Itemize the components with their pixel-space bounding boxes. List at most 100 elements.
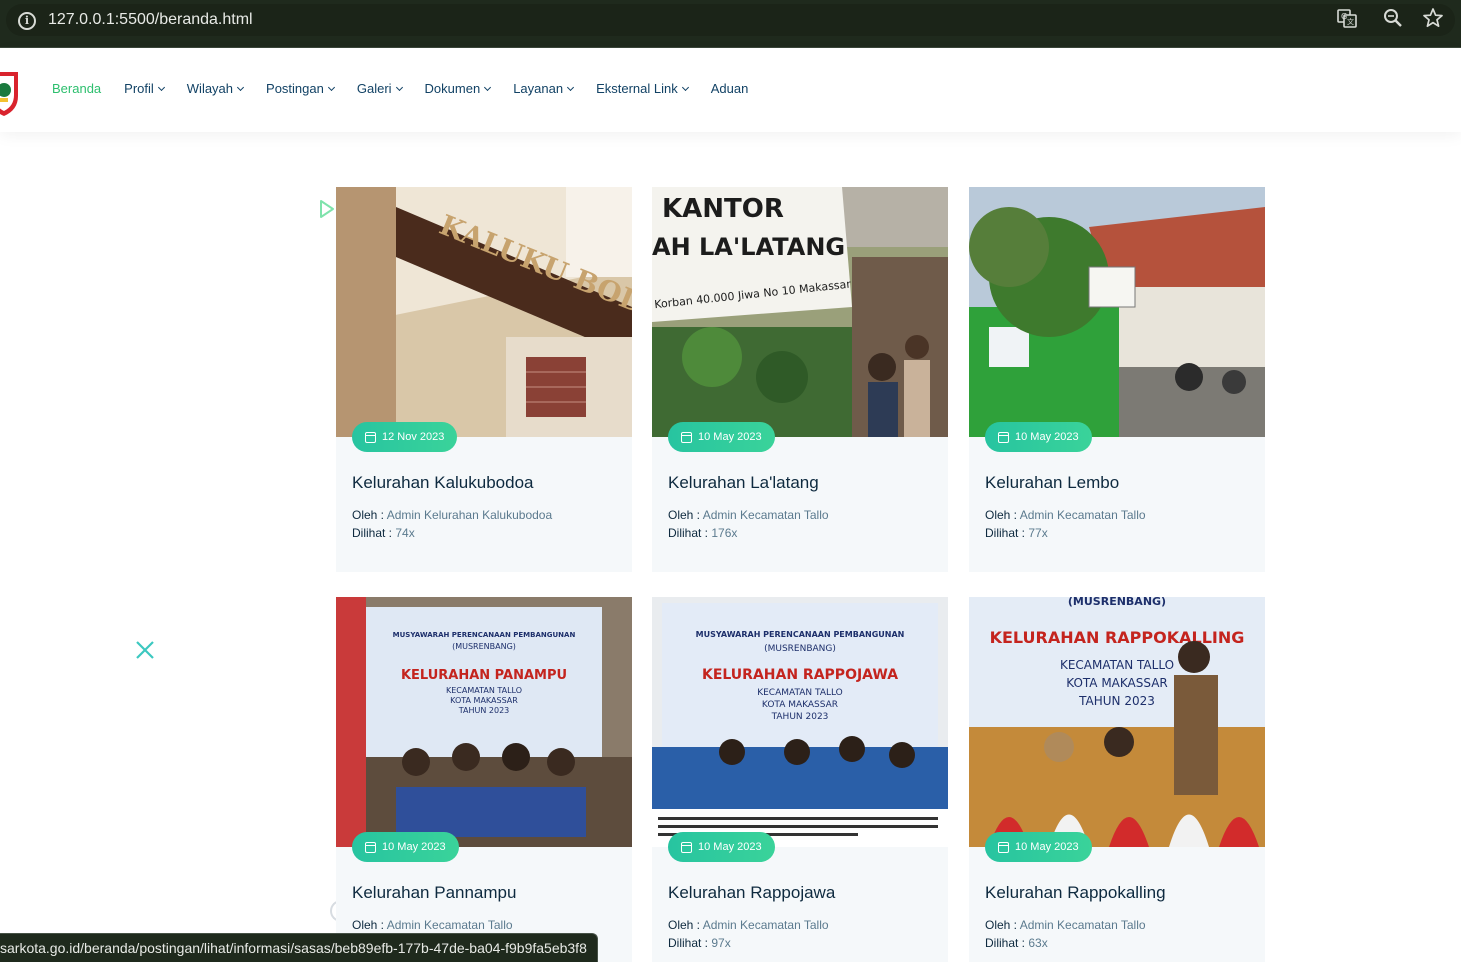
svg-text:KOTA MAKASSAR: KOTA MAKASSAR — [762, 700, 838, 710]
post-thumbnail[interactable]: (MUSRENBANG) KELURAHAN RAPPOKALLING KECA… — [969, 597, 1265, 847]
post-card[interactable]: (MUSRENBANG) KELURAHAN RAPPOKALLING KECA… — [969, 597, 1265, 962]
post-title[interactable]: Kelurahan La'latang — [668, 473, 819, 493]
chevron-down-icon — [484, 83, 492, 91]
author-label: Oleh : — [985, 918, 1020, 932]
svg-text:TAHUN 2023: TAHUN 2023 — [771, 712, 829, 722]
address-bar[interactable]: i 127.0.0.1:5500/beranda.html — [6, 4, 1455, 36]
post-thumbnail[interactable]: KALUKU BODOA — [336, 187, 632, 437]
svg-text:KELURAHAN RAPPOJAWA: KELURAHAN RAPPOJAWA — [702, 667, 898, 683]
nav-item-label: Layanan — [513, 81, 564, 96]
post-author: Oleh : Admin Kelurahan Kalukubodoa — [352, 508, 552, 522]
chevron-down-icon — [236, 83, 245, 91]
author-link[interactable]: Admin Kecamatan Tallo — [1020, 918, 1146, 932]
author-label: Oleh : — [668, 918, 703, 932]
nav-item-dokumen[interactable]: Dokumen — [424, 81, 492, 96]
date-badge: 10 May 2023 — [985, 832, 1092, 862]
author-link[interactable]: Admin Kecamatan Tallo — [703, 508, 829, 522]
post-card[interactable]: MUSYAWARAH PERENCANAAN PEMBANGUNAN (MUSR… — [336, 597, 632, 962]
nav-item-wilayah[interactable]: Wilayah — [187, 81, 245, 96]
nav-item-label: Galeri — [356, 81, 392, 96]
post-title[interactable]: Kelurahan Kalukubodoa — [352, 473, 533, 493]
link-status-bar: sarkota.go.id/beranda/postingan/lihat/in… — [0, 933, 598, 962]
views-count: 77x — [1028, 526, 1048, 540]
nav-item-label: Eksternal Link — [596, 81, 678, 96]
post-card[interactable]: KALUKU BODOA 12 Nov 2023 Kelurahan Kaluk… — [336, 187, 632, 572]
decorative-triangle-icon — [320, 200, 334, 218]
views-label: Dilihat : — [985, 936, 1029, 950]
date-badge: 10 May 2023 — [668, 422, 775, 452]
post-card[interactable]: KANTOR AH LA'LATANG Korban 40.000 Jiwa N… — [652, 187, 948, 572]
post-author: Oleh : Admin Kecamatan Tallo — [668, 508, 829, 522]
nav-item-label: Beranda — [52, 81, 102, 96]
post-views: Dilihat : 176x — [668, 526, 737, 540]
svg-text:TAHUN 2023: TAHUN 2023 — [458, 706, 510, 715]
author-link[interactable]: Admin Kelurahan Kalukubodoa — [387, 508, 552, 522]
post-thumbnail[interactable]: KANTOR AH LA'LATANG Korban 40.000 Jiwa N… — [652, 187, 948, 437]
svg-text:文: 文 — [1347, 17, 1354, 26]
views-count: 74x — [395, 526, 415, 540]
nav-item-label: Profil — [124, 81, 154, 96]
post-title[interactable]: Kelurahan Lembo — [985, 473, 1119, 493]
bookmark-star-icon[interactable] — [1422, 7, 1444, 29]
nav-item-label: Dokumen — [424, 81, 481, 96]
post-author: Oleh : Admin Kecamatan Tallo — [668, 918, 829, 932]
chevron-down-icon — [395, 83, 403, 91]
post-thumbnail[interactable]: MUSYAWARAH PERENCANAAN PEMBANGUNAN (MUSR… — [652, 597, 948, 847]
author-label: Oleh : — [352, 508, 387, 522]
svg-text:(MUSRENBANG): (MUSRENBANG) — [764, 644, 836, 654]
post-thumbnail[interactable]: MUSYAWARAH PERENCANAAN PEMBANGUNAN (MUSR… — [336, 597, 632, 847]
nav-item-layanan[interactable]: Layanan — [513, 81, 575, 96]
svg-text:KOTA MAKASSAR: KOTA MAKASSAR — [1066, 676, 1168, 690]
site-logo[interactable] — [0, 66, 22, 118]
date-badge: 10 May 2023 — [668, 832, 775, 862]
date-badge: 12 Nov 2023 — [352, 422, 458, 452]
calendar-icon — [365, 431, 376, 443]
author-link[interactable]: Admin Kecamatan Tallo — [703, 918, 829, 932]
post-title[interactable]: Kelurahan Rappojawa — [668, 883, 835, 903]
calendar-icon — [681, 431, 692, 443]
calendar-icon — [681, 841, 692, 853]
site-info-icon[interactable]: i — [18, 12, 36, 30]
author-label: Oleh : — [668, 508, 703, 522]
views-count: 176x — [711, 526, 738, 540]
post-card[interactable]: 10 May 2023 Kelurahan Lembo Oleh : Admin… — [969, 187, 1265, 572]
calendar-icon — [998, 431, 1009, 443]
date-badge: 10 May 2023 — [352, 832, 459, 862]
nav-item-beranda[interactable]: Beranda — [52, 81, 101, 96]
nav-item-aduan[interactable]: Aduan — [711, 81, 749, 96]
calendar-icon — [998, 841, 1009, 853]
nav-item-eksternal-link[interactable]: Eksternal Link — [596, 81, 689, 96]
post-date: 10 May 2023 — [382, 841, 446, 853]
nav-item-galeri[interactable]: Galeri — [356, 81, 403, 96]
post-date: 10 May 2023 — [698, 431, 762, 443]
author-label: Oleh : — [352, 918, 387, 932]
svg-text:KELURAHAN PANAMPU: KELURAHAN PANAMPU — [401, 668, 567, 683]
browser-toolbar: i 127.0.0.1:5500/beranda.html G文 — [0, 0, 1461, 48]
nav-item-profil[interactable]: Profil — [124, 81, 165, 96]
nav-item-postingan[interactable]: Postingan — [266, 81, 335, 96]
svg-text:AH LA'LATANG: AH LA'LATANG — [652, 233, 845, 261]
translate-icon[interactable]: G文 — [1336, 7, 1358, 29]
views-label: Dilihat : — [985, 526, 1029, 540]
post-card[interactable]: MUSYAWARAH PERENCANAAN PEMBANGUNAN (MUSR… — [652, 597, 948, 962]
svg-text:KECAMATAN TALLO: KECAMATAN TALLO — [757, 688, 843, 698]
post-thumbnail[interactable] — [969, 187, 1265, 437]
nav-item-label: Aduan — [710, 81, 749, 96]
post-title[interactable]: Kelurahan Pannampu — [352, 883, 516, 903]
author-link[interactable]: Admin Kecamatan Tallo — [1020, 508, 1146, 522]
nav-item-label: Postingan — [266, 81, 324, 96]
svg-text:MUSYAWARAH PERENCANAAN PEMBANG: MUSYAWARAH PERENCANAAN PEMBANGUNAN — [393, 631, 576, 639]
post-views: Dilihat : 97x — [668, 936, 731, 950]
svg-text:(MUSRENBANG): (MUSRENBANG) — [452, 642, 516, 651]
post-date: 10 May 2023 — [1015, 431, 1079, 443]
svg-text:TAHUN 2023: TAHUN 2023 — [1078, 694, 1155, 708]
zoom-icon[interactable] — [1382, 7, 1404, 29]
author-label: Oleh : — [985, 508, 1020, 522]
post-views: Dilihat : 63x — [985, 936, 1048, 950]
views-label: Dilihat : — [352, 526, 396, 540]
post-title[interactable]: Kelurahan Rappokalling — [985, 883, 1166, 903]
views-count: 63x — [1028, 936, 1048, 950]
author-link[interactable]: Admin Kecamatan Tallo — [387, 918, 513, 932]
post-views: Dilihat : 77x — [985, 526, 1048, 540]
url-text[interactable]: 127.0.0.1:5500/beranda.html — [48, 11, 253, 29]
